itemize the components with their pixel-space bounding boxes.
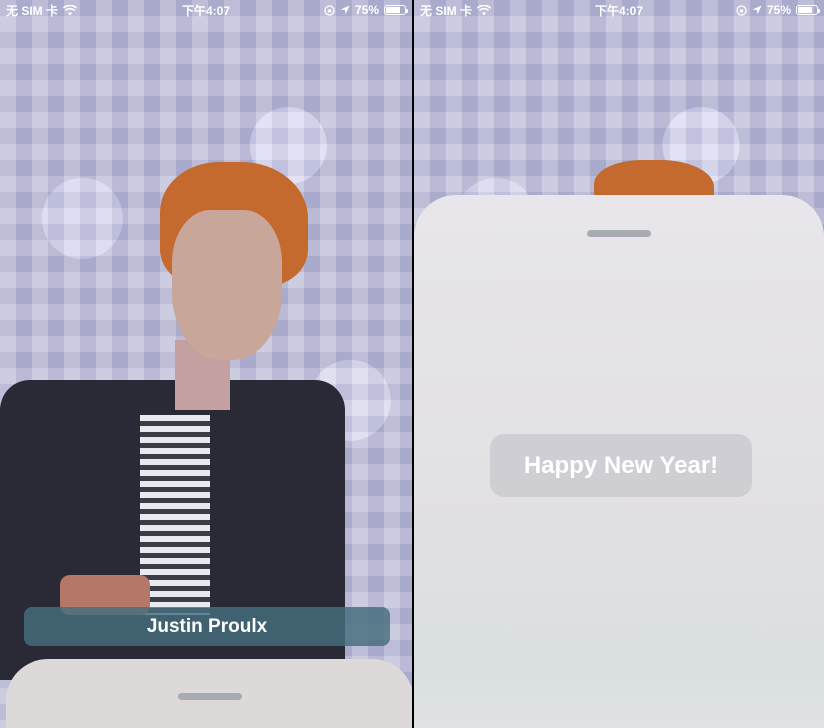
carrier-label: 无 SIM 卡 <box>6 3 59 18</box>
right-screen: 无 SIM 卡 下午4:07 75% Happy New Year! <box>414 0 824 728</box>
bottom-sheet-expanded[interactable]: Happy New Year! <box>414 195 824 728</box>
contact-name-text: Justin Proulx <box>146 615 268 637</box>
status-time: 下午4:07 <box>594 3 644 18</box>
location-arrow-icon <box>752 5 762 15</box>
carrier-label: 无 SIM 卡 <box>420 3 473 18</box>
orientation-lock-icon <box>736 4 747 16</box>
sheet-grabber[interactable] <box>178 693 242 700</box>
status-time: 下午4:07 <box>181 3 231 18</box>
status-bar: 无 SIM 卡 下午4:07 75% <box>0 0 412 20</box>
battery-icon <box>384 5 408 15</box>
location-arrow-icon <box>340 5 350 15</box>
message-text: Happy New Year! <box>523 451 719 479</box>
status-bar: 无 SIM 卡 下午4:07 75% <box>414 0 824 20</box>
orientation-lock-icon <box>324 4 335 16</box>
message-bubble: Happy New Year! <box>490 434 752 497</box>
wifi-icon <box>63 4 78 15</box>
battery-icon <box>796 5 820 15</box>
wifi-icon <box>477 4 492 15</box>
battery-percent: 75% <box>766 3 791 17</box>
battery-percent: 75% <box>354 3 379 17</box>
sheet-grabber[interactable] <box>587 230 651 237</box>
bottom-sheet-collapsed[interactable] <box>6 659 412 728</box>
contact-name-label[interactable]: Justin Proulx <box>24 607 390 646</box>
left-screen: 无 SIM 卡 下午4:07 75% Justin Proulx <box>0 0 412 728</box>
